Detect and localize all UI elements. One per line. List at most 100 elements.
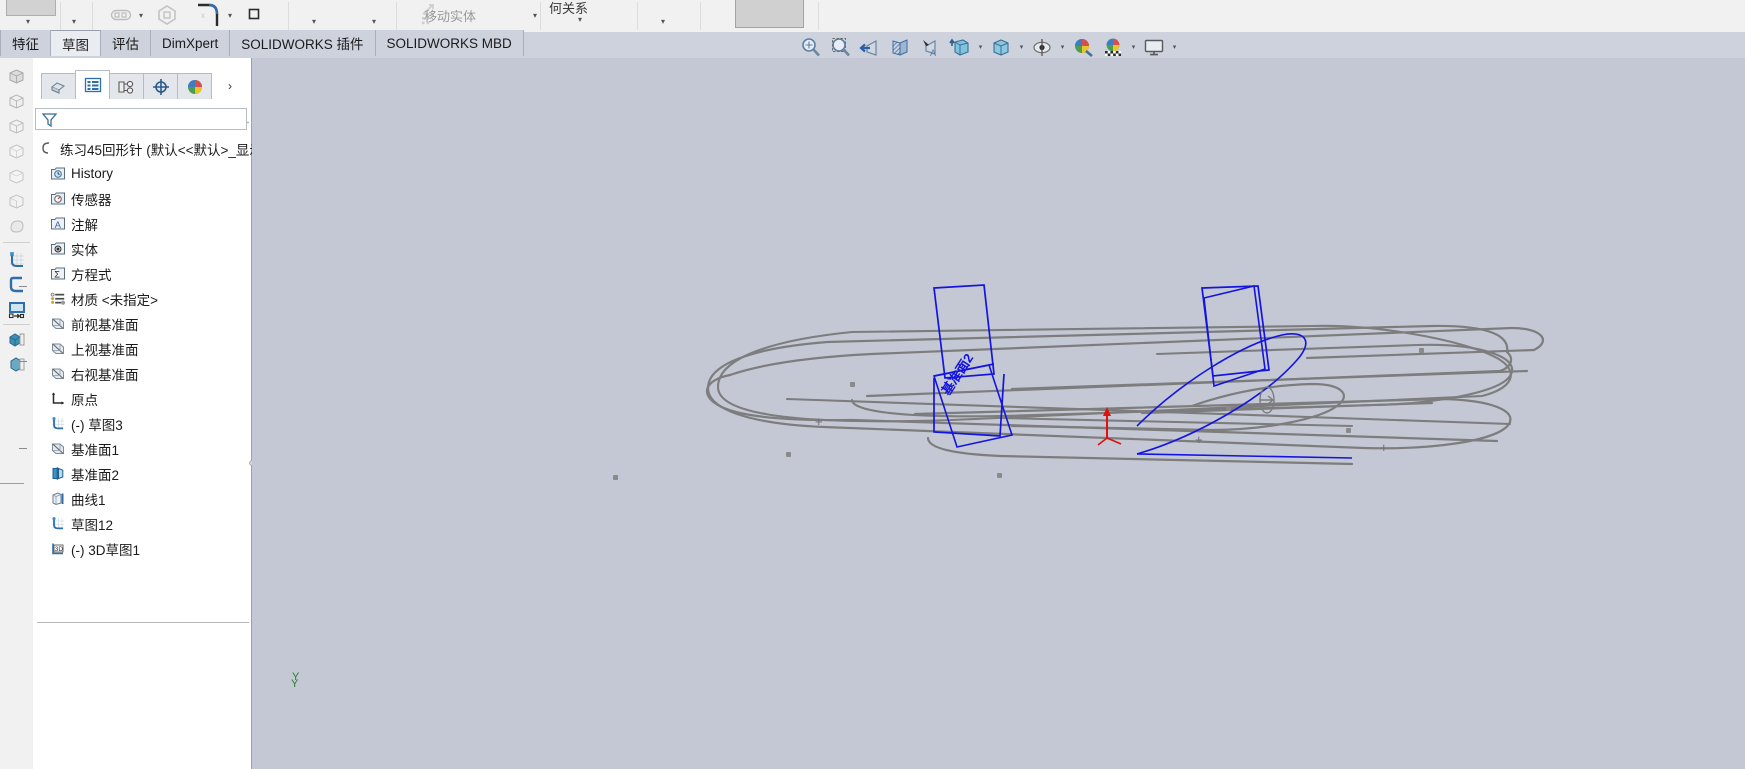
- tree-item-sensors[interactable]: 传感器: [33, 186, 251, 211]
- tree-item-3dsketch1[interactable]: 3D (-) 3D草图1: [33, 536, 251, 561]
- view-orientation-icon[interactable]: A: [915, 34, 945, 60]
- chevron-down-icon[interactable]: ▾: [372, 18, 376, 26]
- tab-evaluate[interactable]: 评估: [101, 30, 151, 56]
- chevron-down-icon[interactable]: ▾: [312, 18, 316, 26]
- previous-view-icon[interactable]: [855, 34, 885, 60]
- fm-tab-dimxpert-manager[interactable]: [143, 73, 178, 99]
- hide-show-items-icon[interactable]: [986, 34, 1016, 60]
- chevron-down-icon[interactable]: ▾: [139, 12, 143, 20]
- axis-label-y: Y: [291, 678, 299, 690]
- part-icon-6[interactable]: [4, 189, 29, 214]
- svg-text:Σ: Σ: [54, 270, 60, 280]
- appearance-icon[interactable]: [4, 327, 29, 352]
- document-tab[interactable]: [735, 0, 804, 28]
- tab-features[interactable]: 特征: [0, 30, 51, 56]
- polygon-icon[interactable]: [155, 3, 179, 27]
- tree-bottom-divider: [37, 622, 249, 623]
- sketch-new-icon[interactable]: [4, 247, 29, 272]
- tree-item-origin[interactable]: 原点: [33, 386, 251, 411]
- sketch-edit-icon[interactable]: [4, 272, 29, 297]
- tree-item-label: 草图12: [71, 517, 114, 533]
- view-setting-scene-icon[interactable]: [1098, 34, 1128, 60]
- tree-item-top-plane[interactable]: 上视基准面: [33, 336, 251, 361]
- sketch-point[interactable]: [1419, 348, 1424, 353]
- chevron-down-icon[interactable]: ▾: [1016, 34, 1027, 60]
- tree-item-equations[interactable]: Σ 方程式: [33, 261, 251, 286]
- equations-icon: Σ: [49, 265, 66, 282]
- zoom-to-fit-icon[interactable]: [795, 34, 825, 60]
- chevron-down-icon[interactable]: ▾: [72, 18, 76, 26]
- chevron-down-icon[interactable]: ▾: [578, 16, 582, 24]
- tree-item-curve1[interactable]: 曲线1: [33, 486, 251, 511]
- plane-glyph: [51, 368, 64, 379]
- configuration-manager-icon: [118, 80, 134, 94]
- linear-sketch-pattern-icon[interactable]: [110, 5, 132, 25]
- feature-tree-icon: [50, 82, 66, 94]
- tree-item-annotations[interactable]: A 注解: [33, 211, 251, 236]
- plane-icon: [49, 340, 66, 357]
- sketch-point[interactable]: [997, 473, 1002, 478]
- tree-item-sketch3[interactable]: (-) 草图3: [33, 411, 251, 436]
- tree-item-plane2[interactable]: 基准面2: [33, 461, 251, 486]
- chevron-down-icon[interactable]: ▾: [26, 18, 30, 26]
- tree-item-sketch12[interactable]: 草图12: [33, 511, 251, 536]
- sketch-point[interactable]: [613, 475, 618, 480]
- tab-solidworks-addins[interactable]: SOLIDWORKS 插件: [230, 30, 376, 56]
- tree-item-material[interactable]: 材质 <未指定>: [33, 286, 251, 311]
- tree-item-right-plane[interactable]: 右视基准面: [33, 361, 251, 386]
- fm-tab-property-manager[interactable]: [75, 70, 110, 99]
- shaded-blob-glyph: [10, 220, 24, 233]
- tab-dimxpert[interactable]: DimXpert: [151, 30, 231, 56]
- viewport-icon[interactable]: [1139, 34, 1169, 60]
- fm-tab-configuration-manager[interactable]: [109, 73, 144, 99]
- sketch-point[interactable]: [850, 382, 855, 387]
- chevron-down-icon[interactable]: ▾: [975, 34, 986, 60]
- graphics-area[interactable]: Y + + + 基准面2 Y: [252, 58, 1745, 769]
- rectangle-icon[interactable]: [248, 8, 260, 20]
- fm-tab-feature-tree[interactable]: [41, 73, 76, 99]
- tree-item-solid-bodies[interactable]: 实体: [33, 236, 251, 261]
- dimxpert-manager-icon: [152, 78, 169, 95]
- area-display-glyph: [8, 301, 25, 318]
- chevron-down-icon[interactable]: ▾: [228, 12, 232, 20]
- tree-item-front-plane[interactable]: 前视基准面: [33, 311, 251, 336]
- tree-root[interactable]: 练习45回形针 (默认<<默认>_显示: [33, 136, 263, 161]
- zoom-to-area-icon[interactable]: [825, 34, 855, 60]
- feature-filter-bar[interactable]: [35, 108, 247, 130]
- part-icon-3[interactable]: [4, 114, 29, 139]
- part-icon-5[interactable]: [4, 164, 29, 189]
- tab-solidworks-mbd[interactable]: SOLIDWORKS MBD: [375, 30, 524, 56]
- sketch-point[interactable]: [1226, 406, 1231, 411]
- chevron-down-icon[interactable]: ▾: [1057, 34, 1068, 60]
- chevron-down-icon[interactable]: ▾: [533, 12, 537, 20]
- display-style-icon[interactable]: [945, 34, 975, 60]
- scene-icon[interactable]: [4, 352, 29, 377]
- more-tabs-button[interactable]: ›: [219, 73, 241, 99]
- section-view-icon[interactable]: [885, 34, 915, 60]
- svg-text:x: x: [201, 11, 205, 20]
- part-icon-7[interactable]: [4, 214, 29, 239]
- chevron-down-icon[interactable]: ▾: [1128, 34, 1139, 60]
- tab-sketch[interactable]: 草图: [51, 30, 101, 56]
- part-icon-1[interactable]: [4, 64, 29, 89]
- property-manager-icon: [84, 77, 101, 93]
- sketch-point[interactable]: [786, 452, 791, 457]
- svg-text:A: A: [54, 220, 61, 231]
- view-settings-icon[interactable]: [1027, 34, 1057, 60]
- display-area-icon[interactable]: [4, 297, 29, 322]
- display-style-glyph: [949, 38, 969, 56]
- chevron-down-icon[interactable]: ▾: [661, 18, 665, 26]
- chevron-down-icon[interactable]: ▾: [1169, 34, 1180, 60]
- tree-item-plane1[interactable]: 基准面1: [33, 436, 251, 461]
- sketch-fillet-icon[interactable]: x: [196, 2, 220, 28]
- plane-highlight-icon: [49, 465, 66, 482]
- part-icon-2[interactable]: [4, 89, 29, 114]
- cmd-tool-swatch[interactable]: [6, 0, 56, 16]
- cube-wire4-glyph: [9, 169, 24, 184]
- apply-scene-icon[interactable]: [1068, 34, 1098, 60]
- tree-item-history[interactable]: History: [33, 161, 251, 186]
- solidworks-window: ▾ ▾ ▾ x ▾ ▾ ▾ 移动实体 ▾ 何关系 ▾ ▾ 特征 草图 评估 Di…: [0, 0, 1745, 769]
- fm-tab-display-manager[interactable]: [177, 73, 212, 99]
- sketch-point[interactable]: [1346, 428, 1351, 433]
- part-icon-4[interactable]: [4, 139, 29, 164]
